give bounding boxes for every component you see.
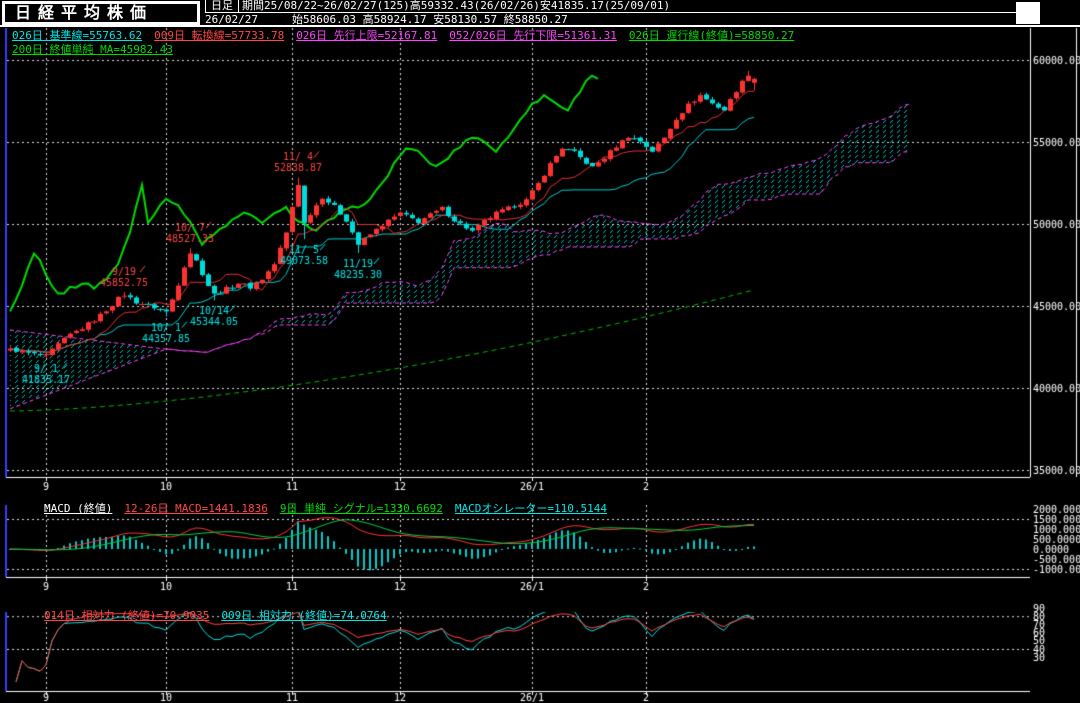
rsi-legend: 014日 相対力 (終値)=70.9035 009日 相対力 (終値)=74.07… xyxy=(44,610,399,622)
app-window: 日経平均株価 日足期間25/08/22~26/02/27(125)高59332.… xyxy=(0,0,1080,703)
timeframe-label: 日足 xyxy=(206,0,239,12)
legend-tenkan: 009日 転換線=57733.78 xyxy=(154,29,284,42)
page-title: 日経平均株価 xyxy=(2,1,200,25)
legend-ma200: 200日 終値単純 MA=45982.43 xyxy=(12,43,173,56)
macd-legend-signal: 9日 単純 シグナル=1330.6692 xyxy=(280,502,443,515)
legend-chikou: 026日 遅行線(終値)=58850.27 xyxy=(629,29,794,42)
period-summary: 期間25/08/22~26/02/27(125)高59332.43(26/02/… xyxy=(242,0,670,12)
rsi-legend-14: 014日 相対力 (終値)=70.9035 xyxy=(44,609,209,622)
macd-legend-macd: 12-26日 MACD=1441.1836 xyxy=(124,502,267,515)
header-info: 日足期間25/08/22~26/02/27(125)高59332.43(26/0… xyxy=(205,0,1025,27)
current-quote-row: 26/02/27 始58606.03 高58924.17 安58130.57 終5… xyxy=(205,13,1025,26)
legend-senkou-upper: 026日 先行上限=52167.81 xyxy=(296,29,437,42)
header: 日経平均株価 日足期間25/08/22~26/02/27(125)高59332.… xyxy=(0,0,1080,27)
macd-legend-oscillator: MACDオシレーター=110.5144 xyxy=(455,502,607,515)
ichimoku-legend-row2: 200日 終値単純 MA=45982.43 xyxy=(12,44,185,56)
current-date: 26/02/27 xyxy=(205,13,258,26)
legend-kijun: 026日 基準線=55763.62 xyxy=(12,29,142,42)
price-chart-canvas[interactable] xyxy=(0,0,1080,703)
current-ohlc: 始58606.03 高58924.17 安58130.57 終58850.27 xyxy=(292,13,568,26)
ichimoku-legend-row1: 026日 基準線=55763.62 009日 転換線=57733.78 026日 先… xyxy=(12,30,806,42)
period-summary-row: 日足期間25/08/22~26/02/27(125)高59332.43(26/0… xyxy=(205,0,1025,13)
header-control-button[interactable] xyxy=(1016,2,1040,24)
macd-legend-title: MACD (終値) xyxy=(44,502,112,515)
legend-senkou-lower: 052/026日 先行下限=51361.31 xyxy=(449,29,617,42)
macd-legend: MACD (終値) 12-26日 MACD=1441.1836 9日 単純 シグナル… xyxy=(44,503,619,515)
rsi-legend-9: 009日 相対力 (終値)=74.0764 xyxy=(221,609,386,622)
